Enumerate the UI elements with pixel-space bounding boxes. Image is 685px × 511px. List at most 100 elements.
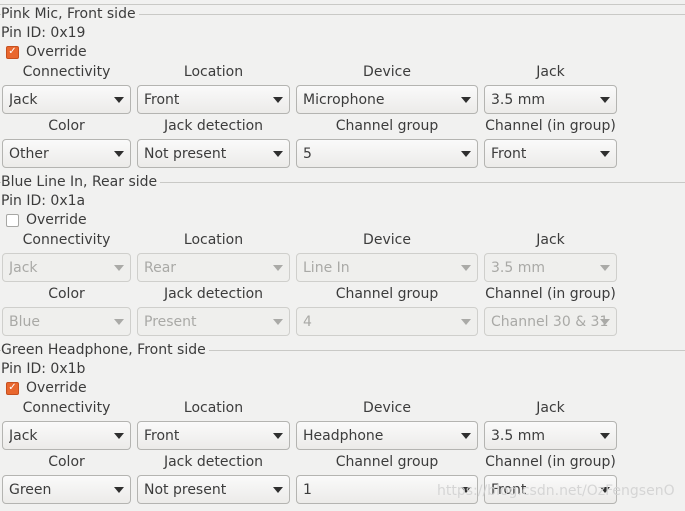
jack-label: Jack bbox=[536, 232, 565, 248]
dropdown-arrow-icon bbox=[273, 97, 283, 103]
pin-section-title: Blue Line In, Rear side bbox=[1, 174, 161, 190]
channel-group-value: 1 bbox=[303, 481, 312, 498]
jack-combo[interactable]: 3.5 mm bbox=[484, 421, 617, 450]
location-combo[interactable]: Rear bbox=[137, 253, 290, 282]
dropdown-arrow-icon bbox=[461, 433, 471, 439]
location-value: Front bbox=[144, 91, 180, 108]
jack-value: 3.5 mm bbox=[491, 91, 545, 108]
jack-detection-label: Jack detection bbox=[163, 118, 264, 134]
device-label: Device bbox=[363, 400, 411, 416]
override-label: Override bbox=[26, 44, 87, 60]
device-label: Device bbox=[363, 232, 411, 248]
override-checkbox[interactable]: ✓ Override bbox=[6, 44, 87, 60]
color-combo[interactable]: Other bbox=[2, 139, 131, 168]
jack-detection-value: Present bbox=[144, 313, 197, 330]
jack-detection-combo[interactable]: Not present bbox=[137, 139, 290, 168]
channel-in-group-label: Channel (in group) bbox=[485, 118, 616, 134]
location-combo[interactable]: Front bbox=[137, 85, 290, 114]
dropdown-arrow-icon bbox=[600, 151, 610, 157]
jack-combo[interactable]: 3.5 mm bbox=[484, 85, 617, 114]
override-checkbox[interactable]: Override bbox=[6, 212, 87, 228]
jack-value: 3.5 mm bbox=[491, 259, 545, 276]
channel-group-label: Channel group bbox=[335, 286, 439, 302]
dropdown-arrow-icon bbox=[461, 151, 471, 157]
dropdown-arrow-icon bbox=[114, 487, 124, 493]
dropdown-arrow-icon bbox=[114, 265, 124, 271]
color-label: Color bbox=[48, 118, 85, 134]
device-value: Headphone bbox=[303, 427, 384, 444]
pin-section-blue-line-in: Blue Line In, Rear side Pin ID: 0x1a Ove… bbox=[0, 174, 685, 342]
device-label: Device bbox=[363, 64, 411, 80]
channel-in-group-label: Channel (in group) bbox=[485, 454, 616, 470]
dropdown-arrow-icon bbox=[273, 151, 283, 157]
connectivity-value: Jack bbox=[9, 259, 38, 276]
checkbox-unchecked-icon[interactable] bbox=[6, 213, 19, 227]
dropdown-arrow-icon bbox=[461, 319, 471, 325]
pin-id-label: Pin ID: 0x1a bbox=[1, 193, 86, 209]
override-label: Override bbox=[26, 212, 87, 228]
jack-label: Jack bbox=[536, 400, 565, 416]
jack-detection-combo[interactable]: Present bbox=[137, 307, 290, 336]
override-label: Override bbox=[26, 380, 87, 396]
jack-value: 3.5 mm bbox=[491, 427, 545, 444]
device-combo[interactable]: Line In bbox=[296, 253, 478, 282]
location-value: Front bbox=[144, 427, 180, 444]
connectivity-value: Jack bbox=[9, 91, 38, 108]
dropdown-arrow-icon bbox=[273, 319, 283, 325]
dropdown-arrow-icon bbox=[273, 265, 283, 271]
color-value: Green bbox=[9, 481, 52, 498]
jack-detection-label: Jack detection bbox=[163, 454, 264, 470]
watermark: https://blog.csdn.net/OzFengsenO bbox=[437, 483, 675, 499]
dropdown-arrow-icon bbox=[600, 319, 610, 325]
connectivity-label: Connectivity bbox=[22, 400, 111, 416]
channel-in-group-value: Front bbox=[491, 145, 527, 162]
dropdown-arrow-icon bbox=[114, 97, 124, 103]
jack-combo[interactable]: 3.5 mm bbox=[484, 253, 617, 282]
jack-detection-value: Not present bbox=[144, 145, 227, 162]
pin-section-pink-mic: Pink Mic, Front side Pin ID: 0x19 ✓ Over… bbox=[0, 6, 685, 174]
channel-group-combo[interactable]: 5 bbox=[296, 139, 478, 168]
dropdown-arrow-icon bbox=[114, 433, 124, 439]
channel-in-group-combo[interactable]: Front bbox=[484, 139, 617, 168]
dropdown-arrow-icon bbox=[273, 487, 283, 493]
pin-section-title: Pink Mic, Front side bbox=[1, 6, 139, 22]
channel-group-label: Channel group bbox=[335, 118, 439, 134]
pin-section-title: Green Headphone, Front side bbox=[1, 342, 209, 358]
top-separator bbox=[0, 0, 685, 5]
device-combo[interactable]: Headphone bbox=[296, 421, 478, 450]
device-combo[interactable]: Microphone bbox=[296, 85, 478, 114]
checkbox-checked-icon[interactable]: ✓ bbox=[6, 45, 19, 59]
color-combo[interactable]: Blue bbox=[2, 307, 131, 336]
channel-group-value: 5 bbox=[303, 145, 312, 162]
dropdown-arrow-icon bbox=[600, 433, 610, 439]
channel-in-group-combo[interactable]: Channel 30 & 31 bbox=[484, 307, 617, 336]
jack-detection-value: Not present bbox=[144, 481, 227, 498]
color-combo[interactable]: Green bbox=[2, 475, 131, 504]
jack-detection-combo[interactable]: Not present bbox=[137, 475, 290, 504]
location-combo[interactable]: Front bbox=[137, 421, 290, 450]
channel-in-group-value: Channel 30 & 31 bbox=[491, 313, 609, 330]
location-label: Location bbox=[183, 232, 244, 248]
channel-group-value: 4 bbox=[303, 313, 312, 330]
location-value: Rear bbox=[144, 259, 177, 276]
device-value: Line In bbox=[303, 259, 350, 276]
dropdown-arrow-icon bbox=[600, 97, 610, 103]
device-value: Microphone bbox=[303, 91, 385, 108]
override-checkbox[interactable]: ✓ Override bbox=[6, 380, 87, 396]
connectivity-label: Connectivity bbox=[22, 232, 111, 248]
connectivity-combo[interactable]: Jack bbox=[2, 253, 131, 282]
color-value: Other bbox=[9, 145, 49, 162]
color-label: Color bbox=[48, 286, 85, 302]
connectivity-combo[interactable]: Jack bbox=[2, 421, 131, 450]
checkbox-checked-icon[interactable]: ✓ bbox=[6, 381, 19, 395]
dropdown-arrow-icon bbox=[114, 319, 124, 325]
dropdown-arrow-icon bbox=[114, 151, 124, 157]
channel-group-combo[interactable]: 4 bbox=[296, 307, 478, 336]
channel-in-group-label: Channel (in group) bbox=[485, 286, 616, 302]
jack-detection-label: Jack detection bbox=[163, 286, 264, 302]
connectivity-value: Jack bbox=[9, 427, 38, 444]
connectivity-combo[interactable]: Jack bbox=[2, 85, 131, 114]
location-label: Location bbox=[183, 64, 244, 80]
connectivity-label: Connectivity bbox=[22, 64, 111, 80]
channel-group-label: Channel group bbox=[335, 454, 439, 470]
